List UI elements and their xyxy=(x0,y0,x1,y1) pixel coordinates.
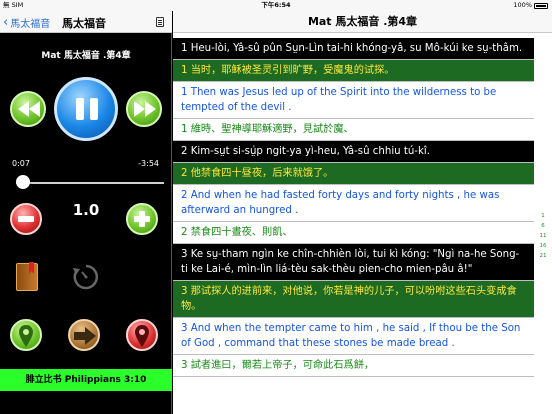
pause-button[interactable] xyxy=(54,77,118,141)
verse-row[interactable]: 3 那试探人的进前来，对他说，你若是神的儿子，可以吩咐这些石头变成食物。 xyxy=(173,281,534,318)
fast-forward-button[interactable] xyxy=(126,91,162,127)
battery-percent: 100% xyxy=(513,1,532,9)
verse-row[interactable]: 2 Kim-sṳt si-sṳ̍p ngit-ya yì-heu, Yâ-sû … xyxy=(173,141,534,163)
bookmark-book-icon[interactable] xyxy=(16,263,38,291)
progress-knob[interactable] xyxy=(16,175,31,189)
daily-verse-reference[interactable]: 腓立比书 Philippians 3:10 xyxy=(0,369,172,391)
text-panel: Mat 馬太福音 .第4章 1 Heu-lòi, Yâ-sû pûn Sṳn-L… xyxy=(173,11,552,414)
sleep-timer-icon[interactable] xyxy=(72,263,100,291)
verse-row[interactable]: 3 Ke sṳ-tham ngìn ke chîn-chhièn lòi, tu… xyxy=(173,244,534,281)
go-arrow-button[interactable] xyxy=(68,319,100,351)
back-button[interactable]: ‹ 馬太福音 xyxy=(3,14,51,31)
location-green-button[interactable] xyxy=(10,319,42,351)
verse-row[interactable]: 1 Then was Jesus led up of the Spirit in… xyxy=(173,82,534,119)
rewind-icon xyxy=(18,101,40,117)
progress-slider[interactable] xyxy=(16,182,164,184)
verse-row[interactable]: 1 維時、聖神導耶穌適野，見試於魔、 xyxy=(173,119,534,141)
speed-increase-button[interactable] xyxy=(126,203,158,235)
verse-row[interactable]: 2 And when he had fasted forty days and … xyxy=(173,185,534,222)
player-title: Mat 馬太福音 .第4章 xyxy=(41,51,131,61)
nav-title: 馬太福音 xyxy=(62,17,106,30)
back-button-label: 馬太福音 xyxy=(10,19,51,30)
arrow-right-icon xyxy=(74,327,96,345)
map-pin-icon xyxy=(19,325,33,347)
verse-index[interactable]: 1 6 11 16 21 xyxy=(536,211,550,261)
verse-row[interactable]: 1 Heu-lòi, Yâ-sû pûn Sṳn-Lìn tai-hi khón… xyxy=(173,38,534,60)
verse-index-item[interactable]: 21 xyxy=(536,251,550,261)
fast-forward-icon xyxy=(134,101,156,117)
clock: 下午6:54 xyxy=(261,1,291,9)
speed-decrease-button[interactable] xyxy=(10,203,42,235)
elapsed-time: 0:07 xyxy=(12,159,30,168)
battery-status: 100% xyxy=(513,0,548,11)
verse-row[interactable]: 2 他禁食四十昼夜，后来就饿了。 xyxy=(173,163,534,185)
pause-icon xyxy=(76,98,84,120)
chevron-left-icon: ‹ xyxy=(3,14,9,30)
verse-row[interactable]: 3 And when the tempter came to him , he … xyxy=(173,318,534,355)
verse-row[interactable]: 1 当时，耶稣被圣灵引到旷野，受魔鬼的试探。 xyxy=(173,60,534,82)
location-red-button[interactable] xyxy=(126,319,158,351)
remaining-time: -3:54 xyxy=(138,159,159,168)
verse-list: 1 Heu-lòi, Yâ-sû pûn Sṳn-Lìn tai-hi khón… xyxy=(173,38,534,377)
verse-row[interactable]: 2 禁食四十晝夜、則飢、 xyxy=(173,222,534,244)
status-bar: 無 SIM 下午6:54 100% xyxy=(0,0,552,11)
map-pin-icon xyxy=(135,325,149,347)
verse-index-item[interactable]: 6 xyxy=(536,221,550,231)
player-panel: ‹ 馬太福音 馬太福音 Mat 馬太福音 .第4章 0:07 -3:54 1.0 xyxy=(0,11,172,414)
playback-speed: 1.0 xyxy=(72,201,100,219)
chapter-title: Mat 馬太福音 .第4章 xyxy=(173,11,552,33)
rewind-button[interactable] xyxy=(10,91,46,127)
battery-icon xyxy=(534,2,548,9)
verse-row[interactable]: 3 試者進曰，爾若上帝子，可命此石爲餅， xyxy=(173,355,534,377)
verse-index-item[interactable]: 11 xyxy=(536,231,550,241)
left-nav-bar: ‹ 馬太福音 馬太福音 xyxy=(0,11,172,33)
list-icon[interactable] xyxy=(156,17,164,27)
verse-index-item[interactable]: 16 xyxy=(536,241,550,251)
verse-index-item[interactable]: 1 xyxy=(536,211,550,221)
